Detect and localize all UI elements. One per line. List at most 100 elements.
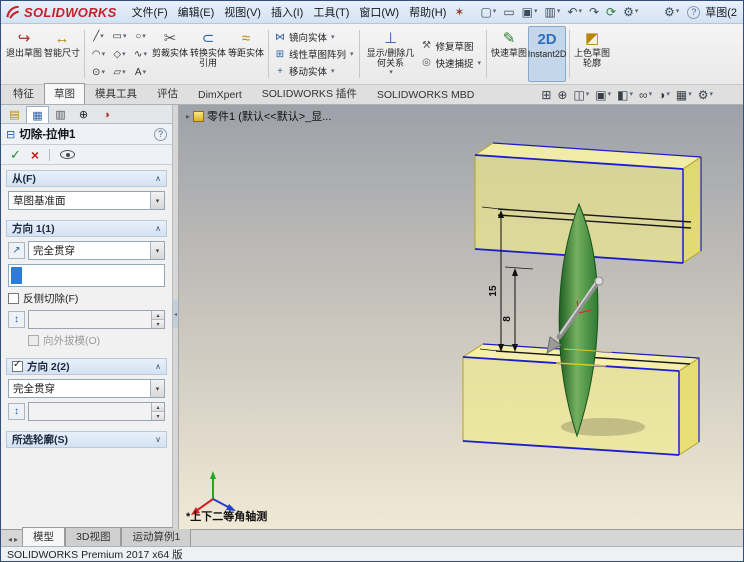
tab-model[interactable]: 模型 <box>22 527 66 546</box>
help-icon[interactable]: ? <box>687 5 701 19</box>
settings-gear-icon[interactable]: ⚙ ▾ <box>661 4 682 20</box>
section-from-header[interactable]: 从(F) ∧ <box>6 170 167 187</box>
tab-3d-views[interactable]: 3D视图 <box>65 527 122 546</box>
reverse-direction-icon[interactable]: ↗ <box>8 242 25 259</box>
direction1-reference-pickbox[interactable] <box>8 264 165 287</box>
direction1-depth-value[interactable] <box>29 311 151 328</box>
direction2-end-condition-combobox[interactable]: 完全贯穿 ▾ <box>8 379 165 398</box>
rebuild-icon[interactable]: ⟳ <box>603 4 619 20</box>
spinner-down-icon[interactable]: ▾ <box>152 319 164 328</box>
tab-dimxpert[interactable]: DimXpert <box>188 86 252 104</box>
chevron-down-icon[interactable]: ▾ <box>150 242 164 259</box>
tab-mold-tools[interactable]: 模具工具 <box>85 83 147 104</box>
display-style-icon[interactable]: ◧ ▾ <box>617 88 633 102</box>
section-direction1-header[interactable]: 方向 1(1) ∧ <box>6 220 167 237</box>
flip-side-to-cut-checkbox[interactable]: 反侧切除(F) <box>8 291 165 306</box>
view-orientation-icon[interactable]: ▣ ▾ <box>595 88 611 102</box>
zoom-fit-icon[interactable]: ⊕ <box>557 88 567 102</box>
direction1-end-condition-combobox[interactable]: 完全贯穿 ▾ <box>28 241 165 260</box>
smart-dimension-button[interactable]: ↔ 智能尺寸 <box>43 26 81 82</box>
rapid-sketch-button[interactable]: ✎ 快速草图 <box>490 26 528 82</box>
open-document-icon[interactable]: ▭ <box>500 4 517 20</box>
circle-tool-icon[interactable]: ○ ▾ <box>130 27 151 45</box>
redo-icon[interactable]: ↷ <box>586 4 602 20</box>
section-direction2-header[interactable]: 方向 2(2) ∧ <box>6 358 167 375</box>
direction2-depth-value[interactable] <box>29 403 151 420</box>
tab-evaluate[interactable]: 评估 <box>147 83 188 104</box>
shaded-sketch-contours-button[interactable]: ◩ 上色草图轮廓 <box>573 26 611 82</box>
zoom-area-icon[interactable]: ⊞ <box>541 88 551 102</box>
direction2-enable-checkbox[interactable] <box>12 359 23 372</box>
tab-features[interactable]: 特征 <box>3 83 44 104</box>
display-delete-relations-button[interactable]: ⊥ 显示/删除几何关系 ▾ <box>363 26 419 82</box>
ok-button[interactable]: ✓ <box>10 147 21 163</box>
flyout-feature-tree[interactable]: ▸ 零件1 (默认<<默认>_显... <box>186 108 331 124</box>
preview-eye-icon[interactable] <box>60 150 76 159</box>
view-settings-icon[interactable]: ⚙ ▾ <box>698 88 713 102</box>
undo-icon[interactable]: ↶ ▾ <box>564 4 585 20</box>
chevron-down-icon[interactable]: ▾ <box>150 192 164 209</box>
tab-sketch[interactable]: 草图 <box>44 83 85 104</box>
scroll-right-icon[interactable]: ▸ <box>14 535 18 544</box>
arc-tool-icon[interactable]: ◠ ▾ <box>88 45 109 63</box>
spinner-up-icon[interactable]: ▴ <box>152 403 164 411</box>
line-tool-icon[interactable]: ╱ ▾ <box>88 27 109 45</box>
repair-sketch-button[interactable]: ⚒ 修复草图 <box>419 38 484 54</box>
print-icon[interactable]: ▥ ▾ <box>542 4 564 20</box>
menu-file[interactable]: 文件(F) <box>127 2 173 22</box>
configurationmanager-tab[interactable]: ▥ <box>49 106 72 123</box>
manipulator-handle[interactable] <box>594 276 604 286</box>
tree-expander-icon[interactable]: ▸ <box>186 112 190 121</box>
direction2-depth-spinner[interactable]: ▴ ▾ <box>28 402 165 421</box>
dimxpertmanager-tab[interactable]: ⊕ <box>72 106 95 123</box>
text-tool-icon[interactable]: A ▾ <box>130 63 151 81</box>
menu-help[interactable]: 帮助(H) <box>404 2 451 22</box>
trim-entities-button[interactable]: ✂ 剪裁实体 <box>151 26 189 82</box>
from-plane-combobox[interactable]: 草图基准面 ▾ <box>8 191 165 210</box>
featuremanager-tab[interactable]: ▤ <box>3 106 26 123</box>
spinner-down-icon[interactable]: ▾ <box>152 411 164 420</box>
slot-tool-icon[interactable]: ▱ ▾ <box>109 63 130 81</box>
rectangle-tool-icon[interactable]: ▭ ▾ <box>109 27 130 45</box>
polygon-tool-icon[interactable]: ◇ ▾ <box>109 45 130 63</box>
checkbox-icon[interactable] <box>28 335 39 346</box>
tab-motion-study[interactable]: 运动算例1 <box>121 527 192 546</box>
save-icon[interactable]: ▣ ▾ <box>519 4 541 20</box>
direction1-depth-spinner[interactable]: ▴ ▾ <box>28 310 165 329</box>
propertymanager-tab[interactable]: ▦ <box>26 106 49 123</box>
displaymanager-tab[interactable]: ◑ <box>95 106 118 123</box>
tab-solidworks-addins[interactable]: SOLIDWORKS 插件 <box>252 83 367 104</box>
pin-icon[interactable]: ✶ <box>451 4 467 20</box>
offset-entities-button[interactable]: ≈ 等距实体 <box>227 26 265 82</box>
document-name[interactable]: 零件1 (默认<<默认>_显... <box>207 108 331 124</box>
panel-collapse-handle[interactable]: ◂ <box>173 300 178 329</box>
spinner-up-icon[interactable]: ▴ <box>152 311 164 319</box>
checkbox-icon[interactable] <box>8 293 19 304</box>
help-icon[interactable]: ? <box>154 127 167 141</box>
exit-sketch-button[interactable]: ↪ 退出草图 <box>5 26 43 82</box>
new-document-icon[interactable]: ▢ ▾ <box>477 4 499 20</box>
linear-sketch-pattern-button[interactable]: ⊞ 线性草图阵列 ▾ <box>272 46 356 62</box>
edit-appearance-icon[interactable]: ◑ ▾ <box>658 88 670 102</box>
menu-edit[interactable]: 编辑(E) <box>173 2 220 22</box>
mirror-entities-button[interactable]: ⋈ 镜向实体 ▾ <box>272 29 356 45</box>
instant2d-button[interactable]: 2D Instant2D <box>528 26 566 82</box>
options-icon[interactable]: ⚙ ▾ <box>620 4 641 20</box>
tab-solidworks-mbd[interactable]: SOLIDWORKS MBD <box>367 86 484 104</box>
cancel-button[interactable]: × <box>31 147 39 163</box>
menu-tools[interactable]: 工具(T) <box>308 2 354 22</box>
section-selected-contours-header[interactable]: 所选轮廓(S) ∨ <box>6 431 167 448</box>
scroll-left-icon[interactable]: ◂ <box>8 535 12 544</box>
ellipse-tool-icon[interactable]: ⊙ ▾ <box>88 63 109 81</box>
move-entities-button[interactable]: + 移动实体 ▾ <box>272 63 356 79</box>
graphics-viewport[interactable]: 15 8 ▸ 零件1 (默认<<默认>_显... *上下二等角轴测 <box>179 105 743 529</box>
spline-tool-icon[interactable]: ∿ ▾ <box>130 45 151 63</box>
convert-entities-button[interactable]: ⊂ 转换实体引用 <box>189 26 227 82</box>
apply-scene-icon[interactable]: ▦ ▾ <box>676 88 692 102</box>
quick-snaps-button[interactable]: ◎ 快速捕捉 ▾ <box>419 55 484 71</box>
menu-insert[interactable]: 插入(I) <box>266 2 308 22</box>
hide-show-items-icon[interactable]: ∞ ▾ <box>639 88 652 102</box>
draft-outward-checkbox[interactable]: 向外拔模(O) <box>8 333 165 348</box>
menu-view[interactable]: 视图(V) <box>219 2 266 22</box>
menu-window[interactable]: 窗口(W) <box>354 2 404 22</box>
